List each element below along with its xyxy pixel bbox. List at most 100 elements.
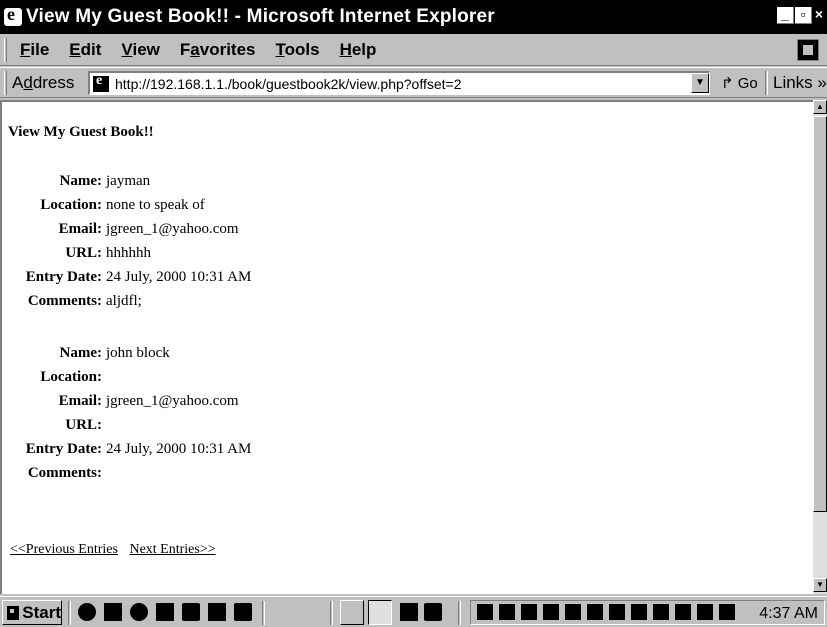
url-label: URL: [65,245,102,261]
entry-date-label: Entry Date: [25,269,102,285]
entry-location-row: Location: [2,369,502,393]
menu-view[interactable]: View [121,40,159,60]
tray-icon[interactable] [609,604,625,620]
taskbar-separator [330,601,333,625]
internet-explorer-icon[interactable] [78,603,96,621]
start-button[interactable]: Start [2,600,62,625]
address-label: Address [12,73,75,92]
name-value: john block [106,345,170,361]
location-label: Location: [40,197,102,213]
entry-url-row: URL: hhhhhh [2,245,502,269]
comments-label: Comments: [27,293,102,309]
email-value: jgreen_1@yahoo.com [106,221,239,237]
window-controls: _ ▫ × [777,7,825,24]
entry-comments-row: Comments: [2,465,502,489]
tray-icon[interactable] [499,604,515,620]
window-title: View My Guest Book!! - Microsoft Interne… [26,6,495,27]
comments-value: aljdfl; [106,293,142,309]
address-dropdown-button[interactable]: ▼ [691,73,709,93]
tray-icon[interactable] [675,604,691,620]
console-icon[interactable] [182,603,200,621]
title-bar[interactable]: View My Guest Book!! - Microsoft Interne… [0,0,827,34]
menu-file[interactable]: File [20,40,49,60]
taskbar-app-icon[interactable] [400,603,418,621]
close-button[interactable]: × [813,7,825,24]
network-icon[interactable] [208,603,226,621]
location-value: none to speak of [106,197,205,213]
entry-name-row: Name: jayman [2,173,502,197]
taskbar-separator [458,601,461,625]
page-title: View My Guest Book!! [8,124,154,140]
scroll-up-button[interactable]: ▲ [813,100,827,114]
page-icon [93,73,109,92]
taskbar: Start 4:37 AM [0,596,827,627]
entry-name-row: Name: john block [2,345,502,369]
taskbar-ie-window-button[interactable] [368,600,392,625]
taskbar-window-button[interactable] [340,600,364,625]
name-label: Name: [59,345,102,361]
location-label: Location: [40,369,102,385]
vertical-scrollbar[interactable]: ▲ ▼ [813,100,827,594]
taskbar-separator [262,601,265,625]
next-entries-link[interactable]: Next Entries>> [129,542,215,557]
entry-date-row: Entry Date: 24 July, 2000 10:31 AM [2,269,502,293]
url-label: URL: [65,417,102,433]
taskbar-separator [68,601,71,625]
channels-icon[interactable] [130,603,148,621]
windows-logo-icon [7,605,20,620]
pagination: <<Previous Entries Next Entries>> [10,542,224,558]
toolbar-grip[interactable] [4,38,7,62]
entry-date-value: 24 July, 2000 10:31 AM [106,441,252,457]
menu-bar: File Edit View Favorites Tools Help [0,34,827,66]
email-label: Email: [58,221,102,237]
entry-email-row: Email: jgreen_1@yahoo.com [2,393,502,417]
email-value: jgreen_1@yahoo.com [106,393,239,409]
tray-icon[interactable] [631,604,647,620]
name-value: jayman [106,173,151,189]
taskbar-app-icon[interactable] [424,603,442,621]
address-url[interactable]: http://192.168.1.1./book/guestbook2k/vie… [115,76,462,92]
tray-icon[interactable] [697,604,713,620]
url-value: hhhhhh [106,245,151,261]
menu-edit[interactable]: Edit [69,40,101,60]
tray-icon[interactable] [565,604,581,620]
scroll-down-button[interactable]: ▼ [813,578,827,592]
maximize-button[interactable]: ▫ [795,7,812,24]
entry-date-label: Entry Date: [25,441,102,457]
tray-icon[interactable] [521,604,537,620]
system-tray: 4:37 AM [470,600,825,625]
page-content: View My Guest Book!! Name: jayman Locati… [0,100,813,594]
tray-icon[interactable] [719,604,735,620]
toolbar-grip[interactable] [4,71,7,95]
entry-url-row: URL: [2,417,502,441]
email-label: Email: [58,393,102,409]
tray-icon[interactable] [587,604,603,620]
entry-location-row: Location: none to speak of [2,197,502,221]
address-bar: Address http://192.168.1.1./book/guestbo… [0,67,827,98]
entry-date-row: Entry Date: 24 July, 2000 10:31 AM [2,441,502,465]
notepad-icon[interactable] [234,603,252,621]
links-separator [765,71,768,95]
scroll-thumb[interactable] [813,116,827,512]
previous-entries-link[interactable]: <<Previous Entries [10,542,118,557]
desktop-icon[interactable] [104,603,122,621]
taskbar-clock[interactable]: 4:37 AM [759,605,818,623]
menu-favorites[interactable]: Favorites [180,40,256,60]
tray-icon[interactable] [477,604,493,620]
tray-icon[interactable] [543,604,559,620]
entry-date-value: 24 July, 2000 10:31 AM [106,269,252,285]
entry-email-row: Email: jgreen_1@yahoo.com [2,221,502,245]
go-arrow-icon: ↱ [721,75,734,92]
minimize-button[interactable]: _ [777,7,794,24]
menu-tools[interactable]: Tools [275,40,319,60]
internet-explorer-icon[interactable] [4,4,22,26]
go-button[interactable]: ↱ Go [721,74,758,92]
ie-throbber-icon [797,39,819,61]
tray-icon[interactable] [653,604,669,620]
menu-help[interactable]: Help [340,40,377,60]
links-button[interactable]: Links » [773,73,827,93]
name-label: Name: [59,173,102,189]
explorer-icon[interactable] [156,603,174,621]
comments-label: Comments: [27,465,102,481]
address-input[interactable]: http://192.168.1.1./book/guestbook2k/vie… [88,71,710,95]
